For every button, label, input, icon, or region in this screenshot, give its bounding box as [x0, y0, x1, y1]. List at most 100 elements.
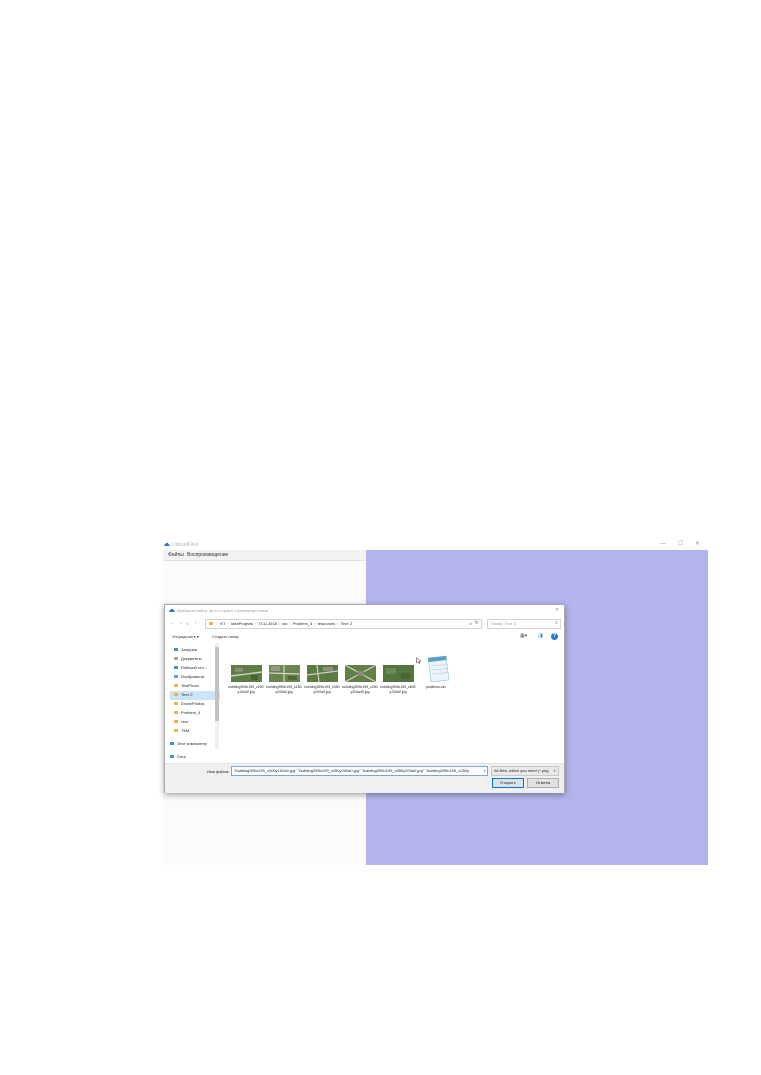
- breadcrumb-separator: ›: [255, 621, 257, 626]
- nav-item-pictures[interactable]: Изображени ✱: [170, 673, 220, 682]
- nav-item-testphoto[interactable]: TestPhoto ✱: [170, 682, 220, 691]
- breadcrumb-item[interactable]: resources: [318, 621, 336, 626]
- breadcrumb-separator: ›: [314, 621, 316, 626]
- chevron-down-icon[interactable]: ∨: [469, 620, 472, 627]
- documents-icon: [174, 657, 178, 660]
- open-button[interactable]: Открыть: [492, 778, 524, 788]
- app-titlebar: UploadFiles — ☐ ✕: [163, 540, 708, 550]
- breadcrumb-item[interactable]: TCU-2018: [258, 621, 276, 626]
- open-file-dialog: Выберите набор фото и файл с перемещения…: [164, 604, 565, 793]
- nav-item-tkm[interactable]: ТКМ: [170, 727, 220, 736]
- file-item[interactable]: building399n199_x250y200a0.jpg: [266, 655, 302, 695]
- nav-item-problem4[interactable]: Problem_4: [170, 709, 220, 718]
- nav-item-label: Загрузки: [181, 647, 198, 652]
- nav-item-dronephotos[interactable]: DronePhotos: [170, 700, 220, 709]
- view-options-icon[interactable]: ▦▾: [520, 633, 527, 640]
- folder-icon: [209, 622, 213, 625]
- breadcrumb-item[interactable]: src: [282, 621, 287, 626]
- file-name: building399n199_x250y200a45.jpg: [342, 685, 378, 694]
- up-icon[interactable]: ↑: [194, 620, 197, 627]
- minimize-button[interactable]: —: [660, 541, 666, 548]
- cloud-upload-icon: [164, 542, 170, 546]
- cancel-button[interactable]: Отмена: [527, 778, 559, 788]
- close-button[interactable]: ✕: [695, 541, 700, 548]
- file-item[interactable]: building399n199_x800y700a0.jpg: [380, 655, 416, 695]
- address-bar[interactable]: › KT › IdeaProjects › TCU-2018 › src › Problem_3 ›…: [205, 619, 482, 629]
- file-list: building399n199_x200y100a0.jpg building3…: [225, 643, 563, 761]
- breadcrumb-separator: ›: [227, 621, 229, 626]
- file-name: building399n199_x800y700a0.jpg: [380, 685, 416, 694]
- preview-pane-icon[interactable]: ◨: [538, 633, 543, 640]
- dialog-title: Выберите набор фото и файл с перемещения…: [177, 608, 268, 613]
- breadcrumb-item[interactable]: Problem_3: [293, 621, 312, 626]
- file-item[interactable]: positions.csv: [418, 655, 454, 695]
- notepad-icon: [427, 655, 450, 683]
- nav-item-label: Рабочий сто...: [181, 665, 208, 670]
- menu-playback[interactable]: Воспроизведение: [187, 552, 228, 558]
- forward-icon[interactable]: →: [178, 620, 183, 627]
- desktop-icon: [174, 666, 178, 669]
- nav-item-test[interactable]: тест: [170, 718, 220, 727]
- download-icon: [174, 648, 178, 651]
- help-icon[interactable]: ?: [551, 633, 558, 640]
- folder-icon: [174, 702, 178, 705]
- nav-item-test2[interactable]: Тест 2: [170, 691, 220, 700]
- chevron-down-icon[interactable]: ∨: [483, 768, 486, 774]
- back-icon[interactable]: ←: [170, 620, 175, 627]
- maximize-button[interactable]: ☐: [678, 541, 683, 548]
- nav-scrollbar[interactable]: [215, 643, 219, 749]
- dialog-titlebar: Выберите набор фото и файл с перемещения…: [165, 605, 564, 617]
- search-input[interactable]: Поиск: Тест 2 ⌕: [487, 619, 561, 629]
- file-item[interactable]: building399n199_x350y200a0.jpg: [304, 655, 340, 695]
- breadcrumb-separator: ›: [278, 621, 281, 626]
- nav-item-label: ТКМ: [181, 728, 190, 733]
- nav-item-label: Тест 2: [181, 692, 193, 697]
- nav-item-documents[interactable]: Документы ✱: [170, 655, 220, 664]
- cloud-upload-icon: [169, 608, 175, 612]
- filetype-value: All files, which you need (*.png: [494, 768, 549, 773]
- dialog-close-button[interactable]: ✕: [555, 607, 559, 614]
- refresh-icon[interactable]: ↻: [475, 620, 479, 627]
- file-item[interactable]: building399n199_x200y100a0.jpg: [228, 655, 264, 695]
- nav-item-label: Сеть: [177, 754, 186, 759]
- address-row: ← → ∨ ↑ › KT › IdeaProjects › TCU-2018 › src › Pr…: [165, 618, 564, 629]
- filename-input[interactable]: "building399n199_x200y100a0.jpg" "buildi…: [231, 766, 488, 776]
- breadcrumb-item[interactable]: IdeaProjects: [231, 621, 253, 626]
- file-item[interactable]: building399n199_x250y200a45.jpg: [342, 655, 378, 695]
- nav-item-label: TestPhoto: [181, 683, 199, 688]
- app-title: UploadFiles: [172, 542, 199, 548]
- image-thumbnail-icon: [345, 665, 376, 682]
- filetype-select[interactable]: All files, which you need (*.png ∨: [491, 766, 559, 776]
- scrollbar-thumb[interactable]: [215, 647, 219, 721]
- dialog-footer: Имя файла: "building399n199_x200y100a0.j…: [165, 763, 564, 793]
- nav-item-this-pc[interactable]: Этот компьютер: [166, 740, 216, 749]
- recent-dropdown-icon[interactable]: ∨: [186, 620, 189, 627]
- image-thumbnail-icon: [307, 665, 338, 682]
- filename-value: "building399n199_x200y100a0.jpg" "buildi…: [234, 768, 470, 773]
- filename-label: Имя файла:: [207, 769, 230, 774]
- folder-icon: [174, 711, 178, 714]
- computer-icon: [170, 742, 174, 745]
- dialog-toolbar: Упорядочить ▾ Создать папку ▦▾ ◨ ?: [165, 632, 564, 642]
- nav-item-label: Изображени: [181, 674, 204, 679]
- file-name: building399n199_x200y100a0.jpg: [228, 685, 264, 694]
- image-thumbnail-icon: [269, 665, 300, 682]
- nav-item-label: тест: [181, 719, 189, 724]
- organize-button[interactable]: Упорядочить ▾: [172, 634, 199, 640]
- breadcrumb-item[interactable]: KT: [220, 621, 225, 626]
- breadcrumb-separator: ›: [337, 621, 339, 626]
- folder-icon: [174, 693, 178, 696]
- breadcrumb-item[interactable]: Тест 2: [340, 621, 352, 626]
- new-folder-button[interactable]: Создать папку: [212, 634, 239, 640]
- folder-icon: [174, 720, 178, 723]
- file-name: building399n199_x250y200a0.jpg: [266, 685, 302, 694]
- nav-item-downloads[interactable]: Загрузки ✱: [170, 646, 220, 655]
- nav-item-desktop[interactable]: Рабочий сто... ✱: [170, 664, 220, 673]
- menu-files[interactable]: Файлы: [168, 552, 184, 558]
- nav-item-network[interactable]: Сеть: [166, 753, 216, 762]
- search-icon[interactable]: ⌕: [555, 620, 558, 627]
- file-name: positions.csv: [425, 685, 447, 689]
- folder-icon: [174, 684, 178, 687]
- folder-icon: [174, 729, 178, 732]
- nav-item-label: Этот компьютер: [177, 741, 207, 746]
